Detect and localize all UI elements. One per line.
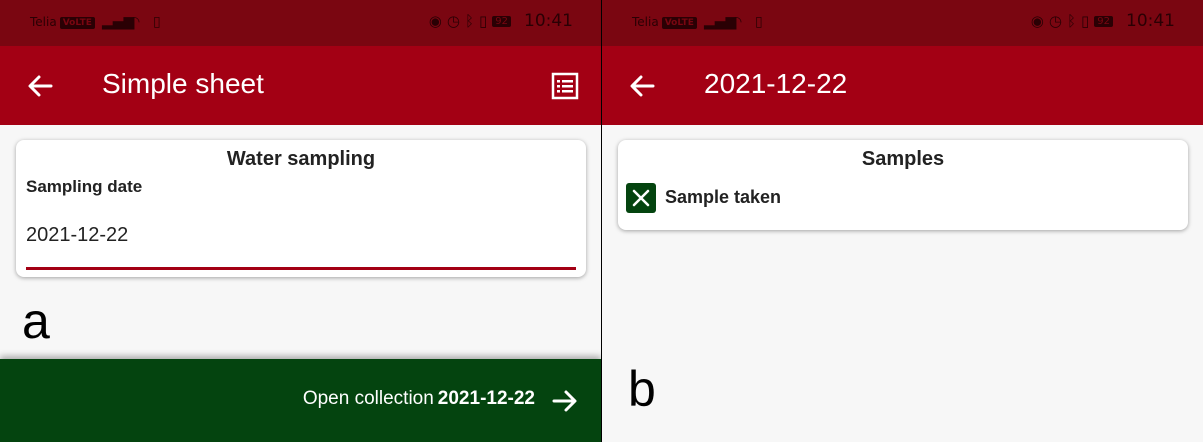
status-time: 10:41 [1126,11,1175,31]
samples-card: Samples Sample taken [618,140,1188,230]
carrier-name: Telia VoLTE [30,15,95,29]
screen-b: Telia VoLTE ▂▄▆ ◠ ▯ ◉◷ᛒ▯ 92 10:41 2021-12-… [602,0,1203,442]
page-title: Simple sheet [102,68,264,99]
card-title: Samples [861,148,945,170]
wifi-icon: ◠ [128,14,141,30]
carrier-name: Telia VoLTE [632,15,697,29]
sim-icon: ▯ [755,14,763,30]
eye-icon: ◉ [428,12,447,30]
app-bar: 2021-12-22 [602,46,1203,125]
page-title: 2021-12-22 [704,68,848,99]
field-label: Sampling date [26,177,143,196]
battery-icon: 92 [492,16,511,27]
sampling-date-input[interactable]: 2021-12-22 [26,224,128,247]
open-collection-button[interactable]: Open collection 2021-12-22 [0,359,601,442]
screen-a: Telia VoLTE ▂▄▆ ◠ ▯ ◉◷ᛒ▯ 92 10:41 Simple s… [0,0,601,442]
app-bar: Simple sheet [0,46,601,125]
system-icons: ◉◷ᛒ▯ 92 [1031,12,1113,30]
bluetooth-icon: ᛒ [1066,12,1081,30]
card-title: Water sampling [226,148,376,170]
volte-badge: VoLTE [59,17,95,29]
volte-badge: VoLTE [661,17,697,29]
sim-icon: ▯ [153,14,161,30]
checkbox-label[interactable]: Sample taken [665,187,781,208]
status-time: 10:41 [524,11,573,31]
arrow-left-icon[interactable] [628,72,656,100]
form-card: Water sampling Sampling date 2021-12-22 [16,140,586,277]
input-underline [26,267,576,270]
panel-label: a [22,293,50,349]
arrow-left-icon[interactable] [26,72,54,100]
sample-taken-checkbox[interactable] [626,183,656,213]
vibrate-icon: ▯ [1081,12,1095,30]
panel-label: b [628,361,656,417]
wifi-icon: ◠ [730,14,743,30]
open-collection-text: Open collection 2021-12-22 [302,388,535,409]
status-bar: Telia VoLTE ▂▄▆ ◠ ▯ ◉◷ᛒ▯ 92 10:41 [602,0,1203,46]
list-icon[interactable] [551,72,579,100]
bluetooth-icon: ᛒ [464,12,479,30]
vibrate-icon: ▯ [479,12,493,30]
alarm-icon: ◷ [1048,12,1067,30]
system-icons: ◉◷ᛒ▯ 92 [429,12,511,30]
arrow-right-icon [552,390,577,412]
battery-icon: 92 [1094,16,1113,27]
eye-icon: ◉ [1030,12,1049,30]
status-bar: Telia VoLTE ▂▄▆ ◠ ▯ ◉◷ᛒ▯ 92 10:41 [0,0,601,46]
alarm-icon: ◷ [446,12,465,30]
